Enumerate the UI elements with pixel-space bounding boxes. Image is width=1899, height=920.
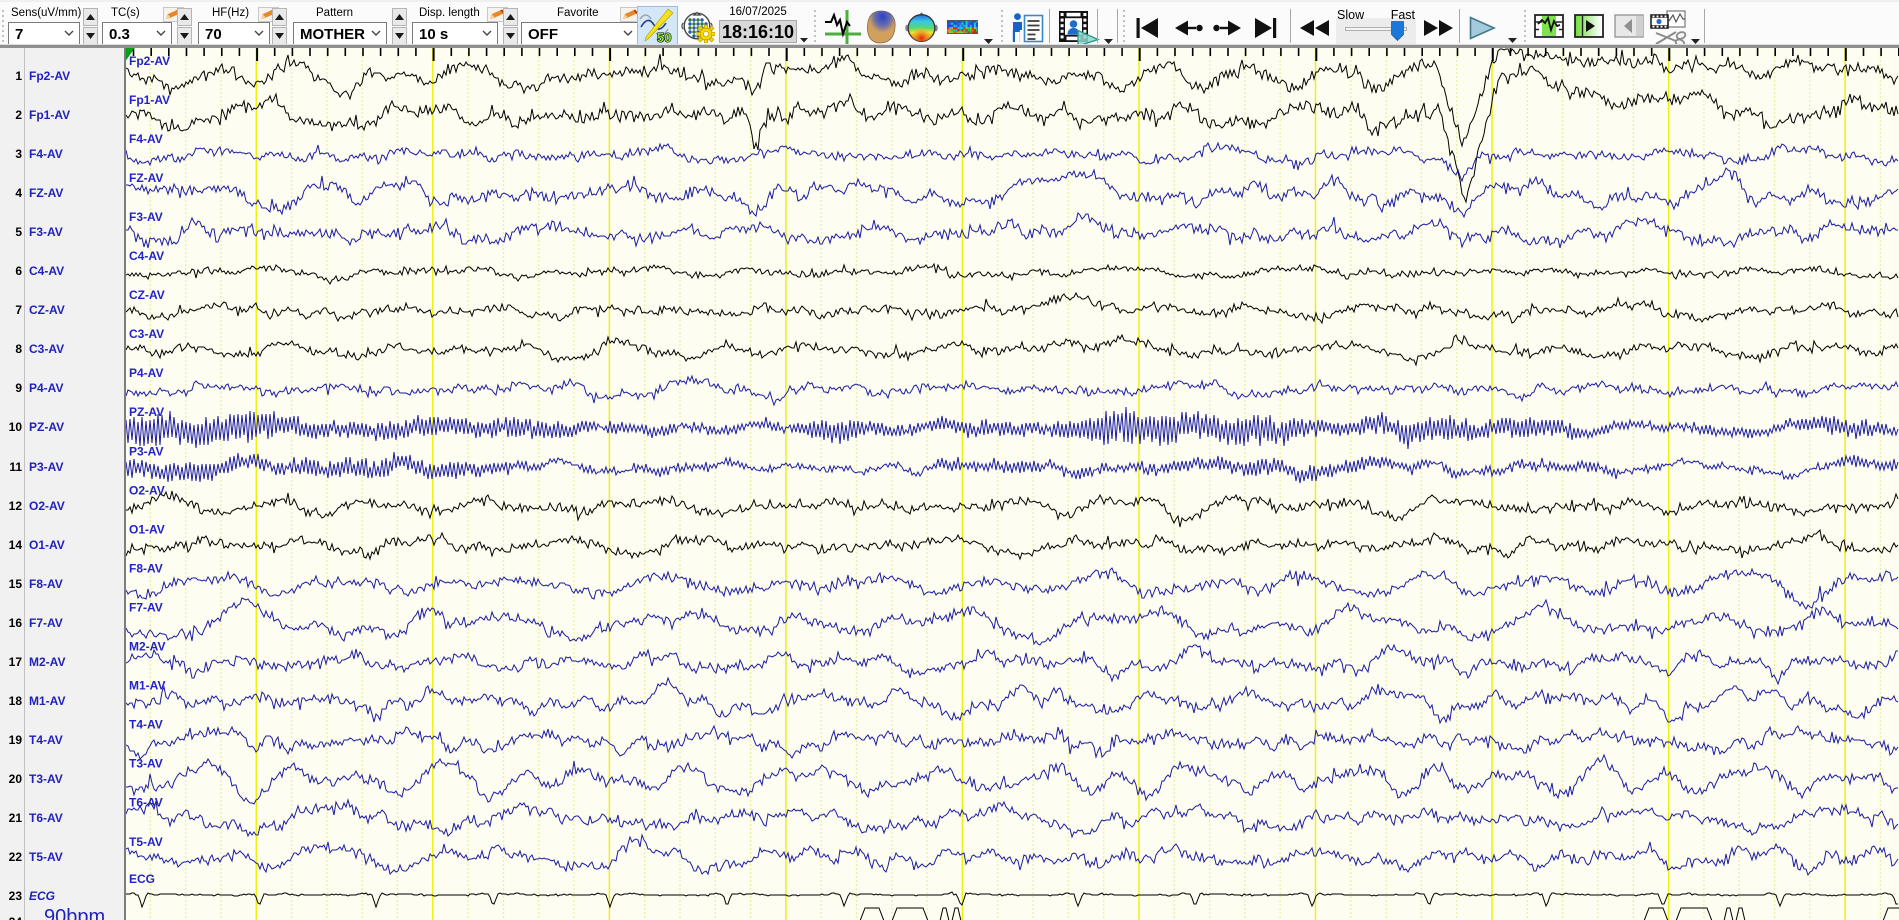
svg-text:F3-AV: F3-AV [129, 210, 163, 224]
svg-text:T6-AV: T6-AV [129, 796, 163, 810]
svg-text:M1-AV: M1-AV [129, 679, 165, 693]
svg-text:M2-AV: M2-AV [129, 640, 165, 654]
svg-text:C4-AV: C4-AV [129, 249, 164, 263]
svg-text:Fp1-AV: Fp1-AV [129, 93, 170, 107]
svg-text:CZ-AV: CZ-AV [129, 288, 165, 302]
svg-text:ECG: ECG [129, 872, 155, 886]
svg-text:PZ-AV: PZ-AV [129, 405, 164, 419]
svg-text:O2-AV: O2-AV [129, 483, 165, 497]
svg-text:P3-AV: P3-AV [129, 444, 163, 458]
svg-text:T3-AV: T3-AV [129, 757, 163, 771]
svg-text:T5-AV: T5-AV [129, 835, 163, 849]
svg-text:P4-AV: P4-AV [129, 366, 163, 380]
svg-text:C3-AV: C3-AV [129, 327, 164, 341]
svg-text:F4-AV: F4-AV [129, 132, 163, 146]
svg-text:50: 50 [657, 30, 671, 44]
svg-text:Fp2-AV: Fp2-AV [129, 54, 170, 68]
svg-text:FZ-AV: FZ-AV [129, 171, 163, 185]
svg-text:F8-AV: F8-AV [129, 561, 163, 575]
svg-text:F7-AV: F7-AV [129, 601, 163, 615]
svg-text:O1-AV: O1-AV [129, 522, 165, 536]
svg-text:T4-AV: T4-AV [129, 718, 163, 732]
